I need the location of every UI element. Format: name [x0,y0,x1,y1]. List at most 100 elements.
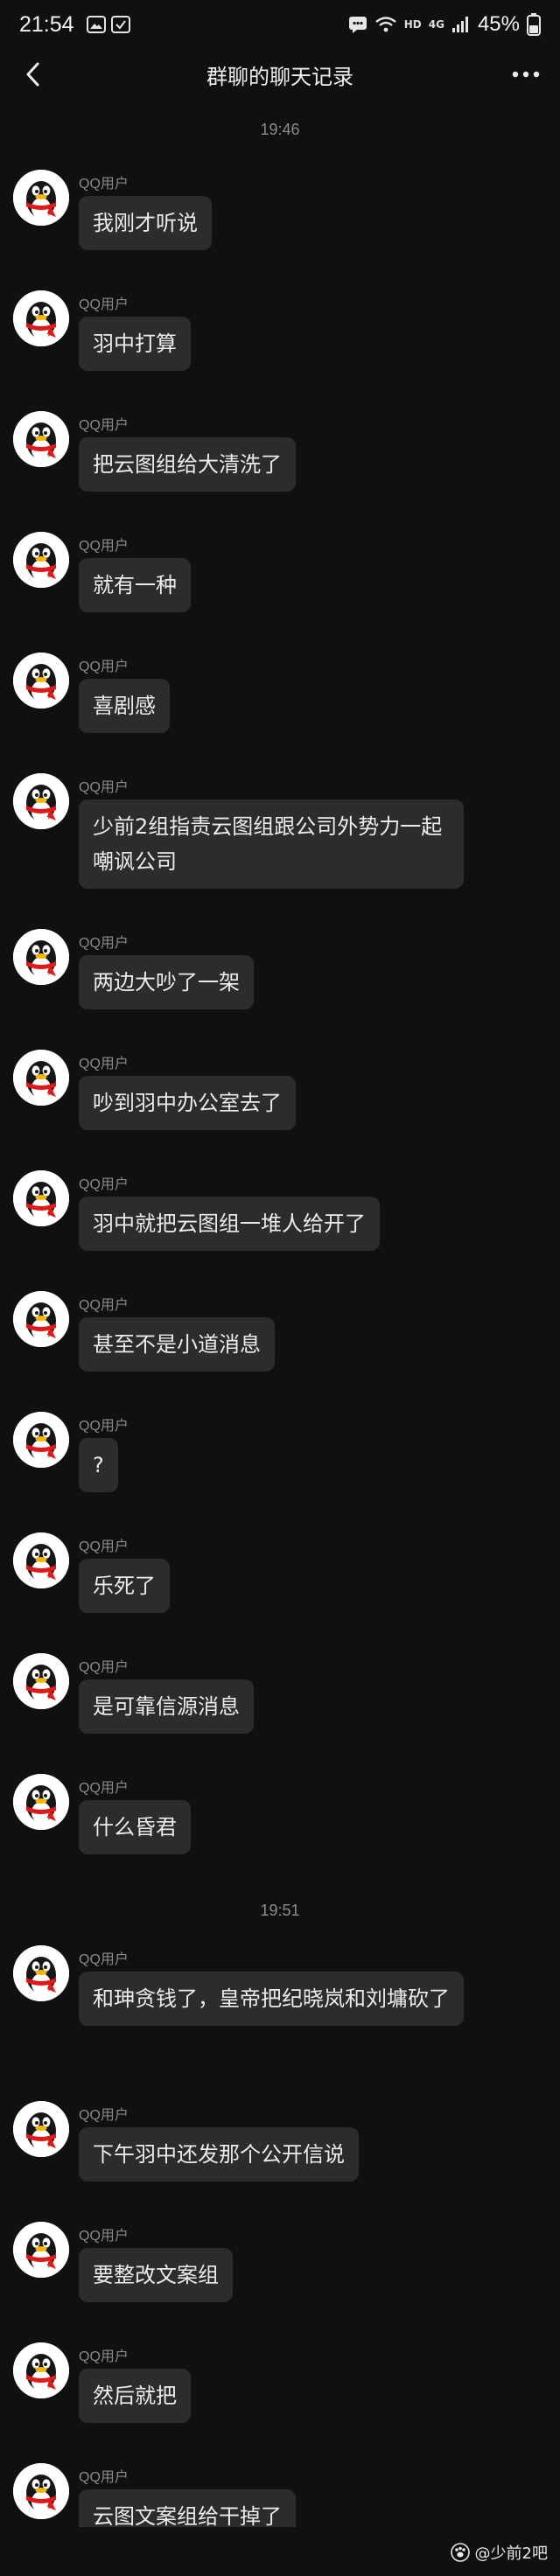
avatar[interactable] [13,1945,69,2001]
avatar[interactable] [13,1412,69,1468]
qq-penguin-icon [13,653,69,709]
signal-icon [452,17,468,32]
avatar[interactable] [13,1291,69,1347]
sender-name: QQ用户 [79,1660,129,1675]
message-row: QQ用户 然后就把 [0,2342,560,2456]
message-bubble[interactable]: 把云图组给大清洗了 [79,437,296,492]
message-bubble[interactable]: 吵到羽中办公室去了 [79,1076,296,1130]
message-row: QQ用户 就有一种 [0,532,560,646]
chat-history[interactable]: 19:46 QQ用户 我刚才听说 QQ用户 羽中打算 QQ用户 把云图组给大清洗… [0,100,560,2527]
qq-penguin-icon [13,170,69,226]
message-bubble[interactable]: ? [79,1438,118,1492]
avatar[interactable] [13,170,69,226]
status-time: 21:54 [19,11,74,37]
avatar[interactable] [13,1170,69,1226]
chevron-left-icon [26,62,39,87]
avatar[interactable] [13,653,69,709]
message-bubble[interactable]: 羽中打算 [79,317,191,371]
qq-penguin-icon [13,1653,69,1709]
qq-penguin-icon [13,532,69,588]
nav-bar: 群聊的聊天记录 [0,49,560,100]
avatar[interactable] [13,773,69,829]
back-button[interactable] [12,54,52,94]
sender-name: QQ用户 [79,1952,129,1967]
sender-name: QQ用户 [79,177,129,192]
page-title: 群聊的聊天记录 [206,64,354,89]
message-bubble[interactable]: 云图文案组给干掉了 [79,2489,296,2527]
sender-name: QQ用户 [79,2470,129,2485]
message-bubble[interactable]: 然后就把 [79,2369,191,2423]
avatar[interactable] [13,2463,69,2519]
message-row: QQ用户 喜剧感 [0,653,560,766]
sender-name: QQ用户 [79,1419,129,1434]
sender-name: QQ用户 [79,936,129,951]
notification-icons [86,16,130,33]
message-bubble[interactable]: 下午羽中还发那个公开信说 [79,2127,359,2182]
message-bubble[interactable]: 少前2组指责云图组跟公司外势力一起嘲讽公司 [79,799,464,889]
qq-penguin-icon [13,1774,69,1830]
avatar[interactable] [13,1050,69,1106]
message-row: QQ用户 云图文案组给干掉了 [0,2463,560,2527]
message-bubble[interactable]: 什么昏君 [79,1800,191,1854]
message-row: QQ用户 和珅贪钱了，皇帝把纪晓岚和刘墉砍了 [0,1945,560,2094]
message-bubble[interactable]: 就有一种 [79,558,191,612]
avatar[interactable] [13,2101,69,2157]
message-row: QQ用户 两边大吵了一架 [0,929,560,1043]
status-bar: 21:54 HD 4G 45% [0,0,560,49]
sender-name: QQ用户 [79,2108,129,2123]
more-options-button[interactable] [504,54,548,94]
gallery-notification-icon [86,16,106,33]
qq-penguin-icon [13,1291,69,1347]
avatar[interactable] [13,1774,69,1830]
time-separator: 19:46 [260,121,300,138]
message-bubble[interactable]: 两边大吵了一架 [79,955,254,1009]
sender-name: QQ用户 [79,780,129,795]
sender-name: QQ用户 [79,297,129,312]
sender-name: QQ用户 [79,418,129,433]
sender-name: QQ用户 [79,2229,129,2244]
message-bubble[interactable]: 是可靠信源消息 [79,1679,254,1734]
time-separator: 19:51 [260,1902,300,1919]
paw-logo-icon [450,2543,470,2562]
message-bubble[interactable]: 和珅贪钱了，皇帝把纪晓岚和刘墉砍了 [79,1972,464,2026]
sender-name: QQ用户 [79,539,129,554]
message-bubble[interactable]: 喜剧感 [79,679,170,733]
watermark-text: @少前2吧 [474,2545,548,2563]
message-row: QQ用户 我刚才听说 [0,170,560,283]
message-bubble[interactable]: 乐死了 [79,1559,170,1613]
avatar[interactable] [13,290,69,346]
avatar[interactable] [13,1532,69,1588]
sender-name: QQ用户 [79,1781,129,1796]
sender-name: QQ用户 [79,1539,129,1554]
message-row: QQ用户 吵到羽中办公室去了 [0,1050,560,1163]
network-label: 4G [428,18,444,31]
check-notification-icon [110,16,130,33]
avatar[interactable] [13,2342,69,2398]
qq-penguin-icon [13,1532,69,1588]
qq-penguin-icon [13,1170,69,1226]
avatar[interactable] [13,2222,69,2278]
qq-penguin-icon [13,411,69,467]
watermark: @少前2吧 [450,2541,548,2564]
message-row: QQ用户 什么昏君 [0,1774,560,1888]
message-row: QQ用户 少前2组指责云图组跟公司外势力一起嘲讽公司 [0,773,560,922]
status-right: HD 4G 45% [348,12,541,37]
avatar[interactable] [13,411,69,467]
hd-label: HD [403,18,422,31]
sender-name: QQ用户 [79,1177,129,1192]
message-bubble[interactable]: 甚至不是小道消息 [79,1317,275,1372]
message-row: QQ用户 是可靠信源消息 [0,1653,560,1767]
qq-penguin-icon [13,2342,69,2398]
avatar[interactable] [13,1653,69,1709]
sender-name: QQ用户 [79,1057,129,1072]
message-bubble[interactable]: 羽中就把云图组一堆人给开了 [79,1197,380,1251]
message-row: QQ用户 羽中就把云图组一堆人给开了 [0,1170,560,1284]
message-bubble[interactable]: 要整改文案组 [79,2248,233,2302]
avatar[interactable] [13,532,69,588]
avatar[interactable] [13,929,69,985]
message-row: QQ用户 乐死了 [0,1532,560,1646]
message-bubble[interactable]: 我刚才听说 [79,196,212,250]
qq-penguin-icon [13,1050,69,1106]
qq-penguin-icon [13,2463,69,2519]
qq-penguin-icon [13,1945,69,2001]
